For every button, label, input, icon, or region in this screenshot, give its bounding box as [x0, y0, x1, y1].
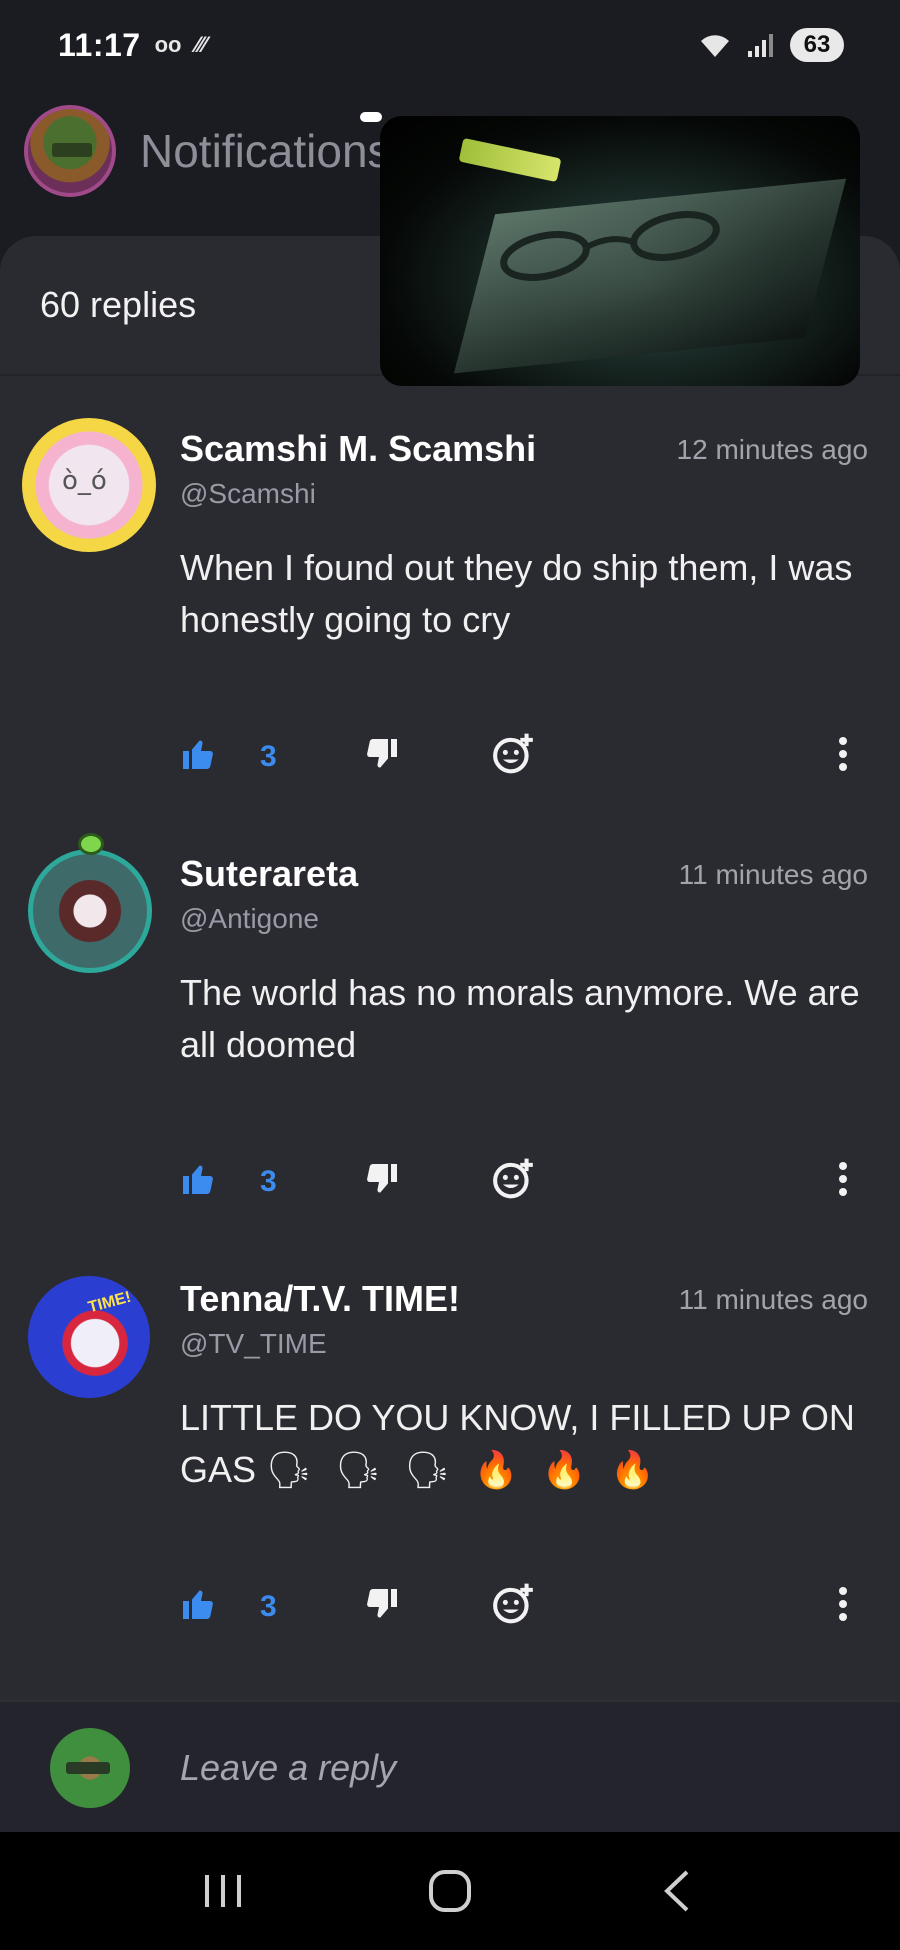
recent-apps-icon: [205, 1875, 242, 1907]
comment-text: When I found out they do ship them, I wa…: [180, 547, 853, 640]
tab-indicator: [360, 112, 382, 122]
reply-input[interactable]: [180, 1740, 840, 1796]
status-bar: 11:17 oo ⁄⁄⁄ 63: [0, 0, 900, 90]
recent-apps-button[interactable]: [183, 1851, 263, 1931]
page-title: Notifications: [140, 125, 391, 177]
comment-actions: 3: [180, 1576, 880, 1636]
thumbs-down-icon[interactable]: [364, 1586, 400, 1622]
more-options-icon[interactable]: [838, 736, 848, 772]
more-options-icon[interactable]: [838, 1161, 848, 1197]
battery-icon: 63: [790, 28, 844, 62]
avatar[interactable]: [22, 418, 156, 552]
comment-emoji: 🗣 🗣 🗣 🔥 🔥 🔥: [266, 1450, 661, 1491]
avatar[interactable]: [28, 1276, 150, 1398]
voicemail-icon: oo: [154, 32, 182, 57]
comment-item: Suterareta @Antigone 11 minutes ago The …: [0, 821, 900, 1246]
clock: 11:17: [58, 26, 141, 63]
picture-in-picture-video[interactable]: [380, 116, 860, 386]
avatar[interactable]: [28, 849, 152, 973]
replies-count: 60 replies: [40, 284, 197, 325]
back-icon: [663, 1870, 689, 1912]
avatar-badge-icon: [78, 833, 104, 855]
add-reaction-icon[interactable]: [492, 1157, 536, 1201]
thumbs-up-icon[interactable]: [180, 1586, 216, 1622]
comment-actions: 3: [180, 1151, 880, 1211]
status-left: 11:17 oo ⁄⁄⁄: [58, 27, 207, 64]
home-icon: [428, 1870, 471, 1912]
avatar: [50, 1728, 130, 1808]
status-right: 63: [698, 28, 844, 62]
comment-timestamp: 12 minutes ago: [676, 434, 868, 465]
comment-author[interactable]: Scamshi M. Scamshi: [180, 428, 536, 470]
add-reaction-icon[interactable]: [492, 732, 536, 776]
thumbs-up-icon[interactable]: [180, 1161, 216, 1197]
back-button[interactable]: [637, 1851, 717, 1931]
wifi-icon: [701, 35, 729, 57]
reply-bar: [0, 1700, 900, 1832]
comment-handle[interactable]: @TV_TIME: [180, 1328, 327, 1360]
thumbs-up-icon[interactable]: [180, 736, 216, 772]
like-count: 3: [260, 1165, 277, 1198]
comment-item: Tenna/T.V. TIME! @TV_TIME 11 minutes ago…: [0, 1246, 900, 1671]
comment-text: The world has no morals anymore. We are …: [180, 972, 860, 1065]
add-reaction-icon[interactable]: [492, 1582, 536, 1626]
replies-sheet: 60 replies Scamshi M. Scamshi @Scamshi 1…: [0, 236, 900, 1701]
comment-timestamp: 11 minutes ago: [678, 859, 868, 890]
cell-signal-icon: [748, 34, 773, 57]
video-frame-glasses: [500, 211, 720, 281]
comment-author[interactable]: Suterareta: [180, 853, 358, 895]
signal-strength-icon: ⁄⁄⁄: [195, 32, 207, 57]
comment-list: Scamshi M. Scamshi @Scamshi 12 minutes a…: [0, 396, 900, 1671]
comment-author[interactable]: Tenna/T.V. TIME!: [180, 1278, 460, 1320]
like-count: 3: [260, 1590, 277, 1623]
thumbs-down-icon[interactable]: [364, 736, 400, 772]
like-count: 3: [260, 740, 277, 773]
thumbs-down-icon[interactable]: [364, 1161, 400, 1197]
user-avatar[interactable]: [24, 105, 116, 197]
comment-handle[interactable]: @Scamshi: [180, 478, 316, 510]
comment-handle[interactable]: @Antigone: [180, 903, 319, 935]
more-options-icon[interactable]: [838, 1586, 848, 1622]
comment-timestamp: 11 minutes ago: [678, 1284, 868, 1315]
comment-text: LITTLE DO YOU KNOW, I FILLED UP ON GAS 🗣…: [180, 1392, 870, 1497]
system-nav-bar: [0, 1832, 900, 1950]
home-button[interactable]: [410, 1851, 490, 1931]
comment-actions: 3: [180, 726, 880, 786]
comment-item: Scamshi M. Scamshi @Scamshi 12 minutes a…: [0, 396, 900, 821]
